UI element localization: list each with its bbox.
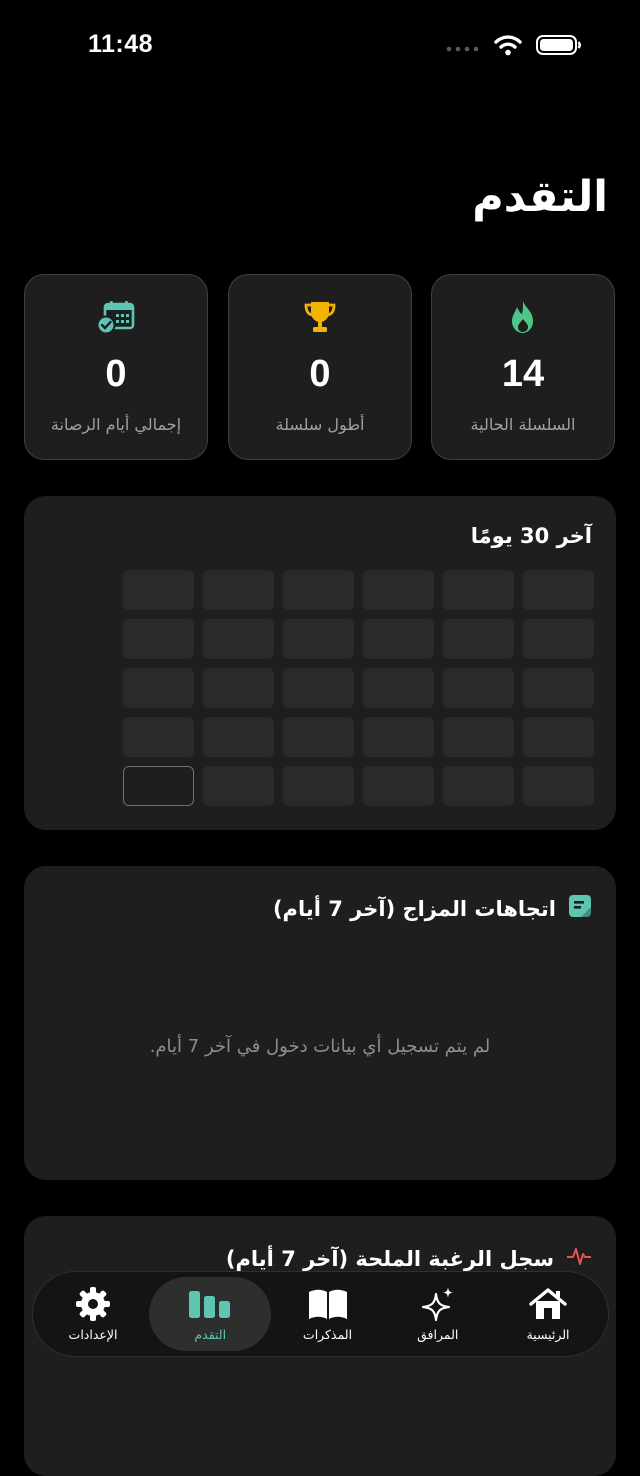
total-sober-days-card: 0 إجمالي أيام الرصانة <box>24 274 208 460</box>
tab-home-label: الرئيسية <box>526 1326 570 1342</box>
current-streak-label: السلسلة الحالية <box>470 415 576 434</box>
page-title: التقدم <box>472 172 608 222</box>
day-cell[interactable] <box>523 619 594 659</box>
mood-chart-icon <box>568 894 592 923</box>
day-cell[interactable] <box>363 619 434 659</box>
cellular-signal-icon <box>446 38 480 57</box>
calendar-check-icon <box>25 299 207 335</box>
day-cell[interactable] <box>123 668 194 708</box>
tab-bar: الرئيسية المرافق المذكرات التقدم الإعداد… <box>32 1271 609 1357</box>
tab-journal-label: المذكرات <box>302 1326 353 1342</box>
calendar-heatmap <box>46 570 594 806</box>
trophy-icon <box>229 299 411 335</box>
mood-trends-title: اتجاهات المزاج (آخر 7 أيام) <box>273 894 592 923</box>
tab-home[interactable]: الرئيسية <box>494 1277 602 1351</box>
tab-progress[interactable]: التقدم <box>149 1277 272 1351</box>
day-cell[interactable] <box>523 570 594 610</box>
day-cell[interactable] <box>363 766 434 806</box>
day-cell[interactable] <box>363 717 434 757</box>
mood-empty-message: لم يتم تسجيل أي بيانات دخول في آخر 7 أيا… <box>149 1036 491 1057</box>
day-cell[interactable] <box>443 570 514 610</box>
day-cell[interactable] <box>523 668 594 708</box>
day-cell[interactable] <box>443 619 514 659</box>
day-cell[interactable] <box>283 668 354 708</box>
day-cell[interactable] <box>443 766 514 806</box>
day-cell[interactable] <box>203 717 274 757</box>
sparkles-icon <box>421 1286 455 1321</box>
status-icons <box>446 34 582 60</box>
day-cell-today[interactable] <box>123 766 194 806</box>
day-cell[interactable] <box>283 619 354 659</box>
tab-settings[interactable]: الإعدادات <box>39 1277 147 1351</box>
last-30-days-title: آخر 30 يومًا <box>471 524 592 548</box>
gear-icon <box>75 1286 111 1321</box>
craving-log-title-text: سجل الرغبة الملحة (آخر 7 أيام) <box>225 1246 554 1271</box>
day-cell[interactable] <box>123 570 194 610</box>
current-streak-card: 14 السلسلة الحالية <box>431 274 615 460</box>
day-cell[interactable] <box>523 717 594 757</box>
day-cell[interactable] <box>283 717 354 757</box>
day-cell[interactable] <box>203 668 274 708</box>
chart-bars-icon <box>188 1287 232 1321</box>
total-sober-days-value: 0 <box>105 353 127 395</box>
heartbeat-icon <box>566 1244 592 1273</box>
longest-streak-label: أطول سلسلة <box>275 415 365 434</box>
day-cell[interactable] <box>203 766 274 806</box>
total-sober-days-label: إجمالي أيام الرصانة <box>50 415 182 434</box>
tab-companions-label: المرافق <box>417 1326 459 1342</box>
day-cell[interactable] <box>443 717 514 757</box>
battery-icon <box>536 34 582 60</box>
day-cell[interactable] <box>203 570 274 610</box>
wifi-icon <box>494 34 522 60</box>
status-time: 11:48 <box>88 30 154 58</box>
current-streak-value: 14 <box>501 353 545 395</box>
day-cell[interactable] <box>363 570 434 610</box>
day-cell[interactable] <box>363 668 434 708</box>
craving-log-title: سجل الرغبة الملحة (آخر 7 أيام) <box>226 1244 592 1273</box>
mood-trends-title-text: اتجاهات المزاج (آخر 7 أيام) <box>272 896 556 921</box>
day-cell[interactable] <box>523 766 594 806</box>
mood-trends-card: اتجاهات المزاج (آخر 7 أيام) لم يتم تسجيل… <box>24 866 616 1180</box>
longest-streak-value: 0 <box>309 353 331 395</box>
day-cell[interactable] <box>283 570 354 610</box>
day-cell[interactable] <box>123 717 194 757</box>
day-cell[interactable] <box>283 766 354 806</box>
day-cell[interactable] <box>203 619 274 659</box>
book-icon <box>307 1287 349 1321</box>
last-30-days-card: آخر 30 يومًا <box>24 496 616 830</box>
flame-icon <box>432 299 614 335</box>
longest-streak-card: 0 أطول سلسلة <box>228 274 412 460</box>
tab-progress-label: التقدم <box>194 1326 227 1342</box>
last-30-days-title-text: آخر 30 يومًا <box>470 524 592 548</box>
home-icon <box>528 1287 568 1321</box>
tab-companions[interactable]: المرافق <box>384 1277 492 1351</box>
day-cell[interactable] <box>123 619 194 659</box>
status-bar: 11:48 <box>0 0 640 95</box>
tab-settings-label: الإعدادات <box>68 1326 118 1342</box>
day-cell[interactable] <box>443 668 514 708</box>
tab-journal[interactable]: المذكرات <box>274 1277 382 1351</box>
